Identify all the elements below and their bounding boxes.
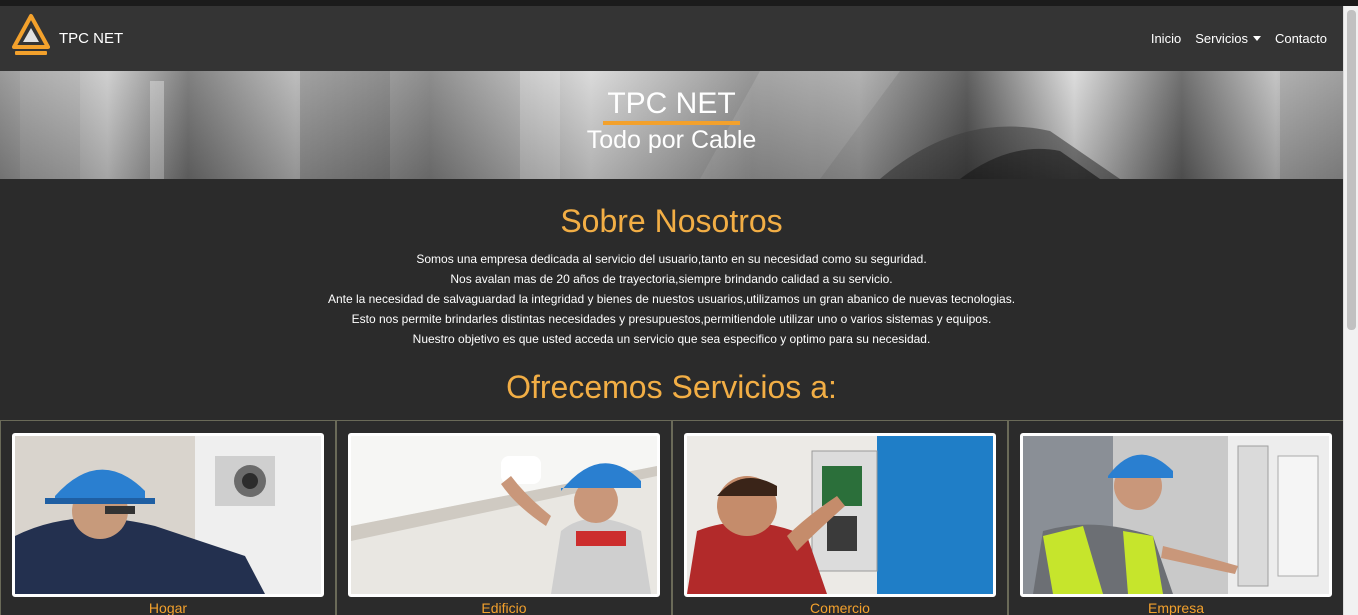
services-cards: Hogar Edificio Comercio Empresa xyxy=(0,420,1343,615)
services-title: Ofrecemos Servicios a: xyxy=(506,369,837,405)
about-line: Nuestro objetivo es que usted acceda un … xyxy=(412,332,931,346)
brand[interactable]: TPC NET xyxy=(12,13,123,64)
nav-link-servicios-label: Servicios xyxy=(1195,31,1248,46)
service-image-hogar xyxy=(12,433,324,597)
about-text: Somos una empresa dedicada al servicio d… xyxy=(0,249,1343,349)
service-image-edificio xyxy=(348,433,660,597)
nav-link-inicio[interactable]: Inicio xyxy=(1151,31,1181,46)
nav-link-contacto[interactable]: Contacto xyxy=(1275,31,1327,46)
service-card-hogar[interactable]: Hogar xyxy=(0,421,336,615)
hero-subtitle: Todo por Cable xyxy=(586,126,757,154)
nav-menu: Inicio Servicios Contacto xyxy=(1151,31,1327,46)
scrollbar-thumb[interactable] xyxy=(1347,10,1356,330)
service-label-comercio: Comercio xyxy=(810,600,870,615)
about-title: Sobre Nosotros xyxy=(560,203,783,239)
service-image-empresa xyxy=(1020,433,1332,597)
navbar: TPC NET Inicio Servicios Contacto xyxy=(0,6,1343,71)
page: TPC NET Inicio Servicios Contacto TPC NE… xyxy=(0,6,1343,615)
service-label-empresa: Empresa xyxy=(1147,600,1205,615)
service-card-empresa[interactable]: Empresa xyxy=(1008,421,1343,615)
nav-link-servicios[interactable]: Servicios xyxy=(1195,31,1261,46)
service-card-edificio[interactable]: Edificio xyxy=(336,421,672,615)
about-line: Esto nos permite brindarles distintas ne… xyxy=(351,312,992,326)
about-section: Sobre Nosotros Somos una empresa dedicad… xyxy=(0,179,1343,405)
vertical-scrollbar[interactable] xyxy=(1343,6,1358,615)
about-line: Somos una empresa dedicada al servicio d… xyxy=(416,252,927,266)
service-image-comercio xyxy=(684,433,996,597)
hero-banner: TPC NET Todo por Cable xyxy=(0,71,1343,179)
about-line: Ante la necesidad de salvaguardad la int… xyxy=(327,292,1016,306)
brand-name: TPC NET xyxy=(59,30,124,47)
about-line: Nos avalan mas de 20 años de trayectoria… xyxy=(450,272,893,286)
caret-down-icon xyxy=(1252,36,1261,41)
brand-logo-icon xyxy=(12,13,50,64)
hero-title: TPC NET xyxy=(603,87,740,125)
service-label-hogar: Hogar xyxy=(148,600,188,615)
service-label-edificio: Edificio xyxy=(481,600,527,615)
service-card-comercio[interactable]: Comercio xyxy=(672,421,1008,615)
